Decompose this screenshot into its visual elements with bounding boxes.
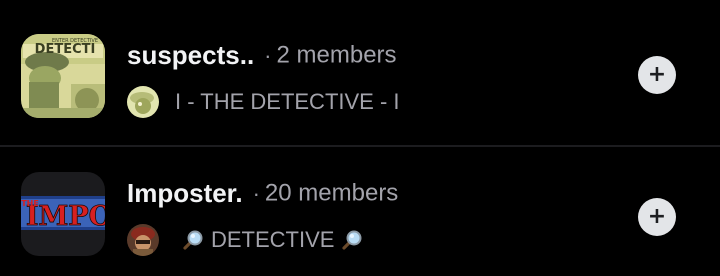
avatar-art-icon [127,224,159,256]
member-count: 2 members [276,41,397,69]
plus-icon: + [647,62,667,87]
role-text-container: DETECTIVE [175,227,370,253]
avatar [127,86,159,118]
server-list: DETECTI ENTER DETECTIVE suspects.. · 2 mem… [0,0,720,276]
server-thumbnail: IMPO THE [21,172,105,256]
role-line: DETECTIVE [127,222,370,258]
separator-dot: · [252,180,260,206]
divider [0,145,720,147]
member-count: 20 members [264,179,399,207]
join-button[interactable]: + [638,198,676,236]
impostor-logo-thumbnail-icon: IMPO THE [21,172,105,256]
server-thumbnail: DETECTI ENTER DETECTIVE [21,34,105,118]
thumb-lettering: DETECTI [35,42,96,57]
avatar-art-icon [127,86,159,118]
role-text: I - THE DETECTIVE - I [175,89,400,114]
plus-icon: + [647,204,667,229]
join-button[interactable]: + [638,56,676,94]
role-text: DETECTIVE [211,227,335,252]
server-name[interactable]: suspects.. [127,40,254,70]
server-row-suspects[interactable]: DETECTI ENTER DETECTIVE suspects.. · 2 mem… [0,6,720,136]
detective-art-thumbnail-icon: DETECTI ENTER DETECTIVE [21,34,105,118]
server-row-imposter[interactable]: IMPO THE Imposter. · 20 members DETECTIV… [0,150,720,276]
role-line: I - THE DETECTIVE - I [127,84,400,120]
title-line: suspects.. · 2 members [127,40,397,80]
title-line: Imposter. · 20 members [127,178,398,218]
thumb-small-lettering: THE [21,199,39,208]
thumb-small-lettering: ENTER DETECTIVE [52,38,98,44]
separator-dot: · [264,42,272,68]
avatar [127,224,159,256]
magnifying-glass-icon [181,228,205,252]
magnifying-glass-icon [340,228,364,252]
server-name[interactable]: Imposter. [127,178,243,208]
